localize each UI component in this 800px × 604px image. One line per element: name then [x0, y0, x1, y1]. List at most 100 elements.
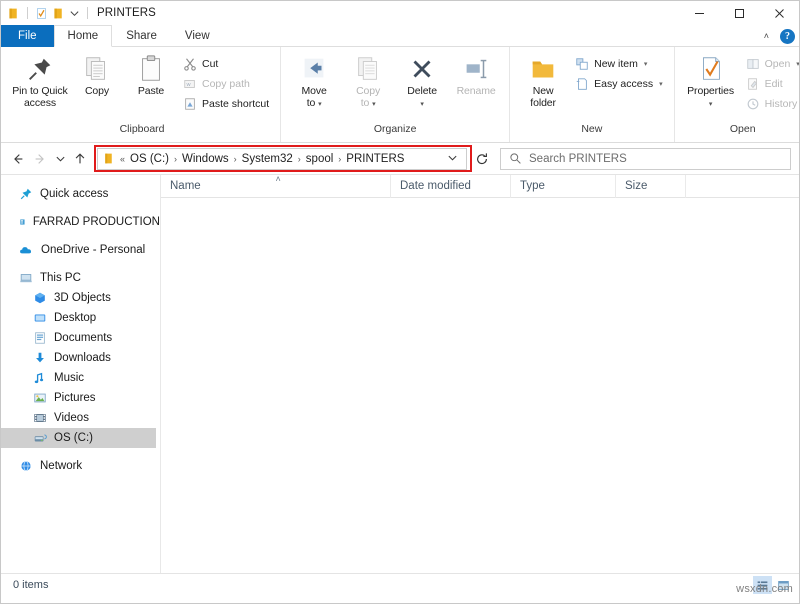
- folder-icon[interactable]: [7, 7, 20, 20]
- easy-access-caret-icon: ▾: [659, 80, 663, 88]
- sidebar-item-pictures[interactable]: Pictures: [1, 388, 160, 408]
- paste-shortcut-icon: [183, 97, 197, 111]
- sidebar-label-pictures: Pictures: [54, 392, 96, 404]
- sidebar-item-3d-objects[interactable]: 3D Objects: [1, 288, 160, 308]
- properties-icon[interactable]: [35, 7, 48, 20]
- help-icon[interactable]: ?: [780, 29, 795, 44]
- title-bar: PRINTERS: [1, 1, 799, 25]
- search-input[interactable]: Search PRINTERS: [529, 153, 627, 165]
- recent-locations-button[interactable]: [51, 147, 69, 171]
- cut-button[interactable]: Cut: [179, 54, 273, 73]
- column-header-date-modified[interactable]: Date modified: [391, 175, 511, 198]
- open-small-commands: Open ▾ Edit: [742, 51, 800, 113]
- address-bar[interactable]: « OS (C:) › Windows › System32 › spool ›…: [97, 148, 467, 170]
- sidebar-label-music: Music: [54, 372, 84, 384]
- history-label: History: [765, 98, 798, 110]
- history-icon: [746, 97, 760, 111]
- sidebar-item-videos[interactable]: Videos: [1, 408, 160, 428]
- minimize-button[interactable]: [679, 1, 719, 25]
- column-header-name-label: Name: [170, 180, 201, 192]
- close-button[interactable]: [759, 1, 799, 25]
- item-count-label: 0 items: [13, 579, 48, 591]
- breadcrumb-overflow-icon[interactable]: «: [119, 154, 126, 164]
- column-header-size-label: Size: [625, 180, 647, 192]
- sidebar-item-quick-access[interactable]: Quick access: [1, 184, 160, 204]
- new-folder-icon[interactable]: [52, 7, 65, 20]
- breadcrumb-item-printers[interactable]: PRINTERS: [342, 153, 408, 165]
- sidebar-item-documents[interactable]: Documents: [1, 328, 160, 348]
- 3d-objects-icon: [33, 291, 47, 305]
- easy-access-icon: [575, 77, 589, 91]
- column-header-name[interactable]: ˄ Name: [161, 175, 391, 198]
- drive-icon: [33, 431, 47, 445]
- qat-divider-1: [27, 7, 28, 19]
- sidebar-label-network: Network: [40, 460, 82, 472]
- forward-button[interactable]: [29, 147, 51, 171]
- sidebar-item-downloads[interactable]: Downloads: [1, 348, 160, 368]
- downloads-icon: [33, 351, 47, 365]
- column-header-size[interactable]: Size: [616, 175, 686, 198]
- collapse-ribbon-icon[interactable]: ˄: [761, 31, 772, 41]
- new-folder-button[interactable]: Newfolder: [517, 51, 569, 109]
- pictures-icon: [33, 391, 47, 405]
- breadcrumb-item-windows[interactable]: Windows: [178, 153, 233, 165]
- delete-icon: [407, 54, 437, 84]
- new-item-button[interactable]: New item ▾: [571, 54, 666, 73]
- tab-share[interactable]: Share: [112, 25, 171, 47]
- nav-gap-1: [1, 204, 160, 212]
- delete-button[interactable]: Delete▾: [396, 51, 448, 109]
- sidebar-item-farrad-production[interactable]: FARRAD PRODUCTION: [1, 212, 160, 232]
- breadcrumb-item-spool[interactable]: spool: [302, 153, 338, 165]
- customize-quick-access-caret-icon[interactable]: [69, 8, 80, 19]
- maximize-button[interactable]: [719, 1, 759, 25]
- file-explorer-window: PRINTERS File Home Share View ˄ ?: [0, 0, 800, 604]
- edit-button[interactable]: Edit: [742, 74, 800, 93]
- copy-path-button[interactable]: W Copy path: [179, 74, 273, 93]
- nav-gap-2: [1, 232, 160, 240]
- delete-label: Delete▾: [407, 86, 437, 109]
- file-list[interactable]: [161, 198, 799, 573]
- breadcrumb-item-system32[interactable]: System32: [238, 153, 297, 165]
- open-button[interactable]: Open ▾: [742, 54, 800, 73]
- easy-access-button[interactable]: Easy access ▾: [571, 74, 666, 93]
- rename-label: Rename: [457, 86, 496, 98]
- column-header-date-modified-label: Date modified: [400, 180, 471, 192]
- sidebar-item-os-c[interactable]: OS (C:): [1, 428, 156, 448]
- documents-icon: [33, 331, 47, 345]
- up-button[interactable]: [69, 147, 91, 171]
- sidebar-item-network[interactable]: Network: [1, 456, 160, 476]
- search-box[interactable]: Search PRINTERS: [500, 148, 791, 170]
- paste-icon: [136, 54, 166, 84]
- sidebar-item-this-pc[interactable]: This PC: [1, 268, 160, 288]
- copy-to-button[interactable]: Copyto ▾: [342, 51, 394, 109]
- breadcrumb-item-os-c[interactable]: OS (C:): [126, 153, 173, 165]
- sidebar-item-onedrive-personal[interactable]: OneDrive - Personal: [1, 240, 160, 260]
- back-button[interactable]: [7, 147, 29, 171]
- organization-icon: [19, 215, 26, 229]
- sidebar-label-videos: Videos: [54, 412, 89, 424]
- sidebar-item-music[interactable]: Music: [1, 368, 160, 388]
- refresh-button[interactable]: [470, 148, 494, 170]
- tab-file[interactable]: File: [1, 25, 54, 47]
- paste-shortcut-button[interactable]: Paste shortcut: [179, 94, 273, 113]
- paste-button[interactable]: Paste: [125, 51, 177, 98]
- pin-icon: [25, 54, 55, 84]
- move-to-button[interactable]: Moveto ▾: [288, 51, 340, 109]
- sidebar-item-desktop[interactable]: Desktop: [1, 308, 160, 328]
- navigation-pane: Quick access FARRAD PRODUCTION OneDrive …: [1, 175, 161, 573]
- history-button[interactable]: History: [742, 94, 800, 113]
- tab-home[interactable]: Home: [54, 25, 113, 47]
- pin-to-quick-access-button[interactable]: Pin to Quickaccess: [11, 51, 69, 109]
- column-header-type[interactable]: Type: [511, 175, 616, 198]
- properties-button[interactable]: Properties▾: [682, 51, 740, 109]
- tab-view[interactable]: View: [171, 25, 224, 47]
- new-item-label: New item: [594, 58, 638, 70]
- ribbon-group-label-clipboard: Clipboard: [6, 121, 278, 139]
- sidebar-label-desktop: Desktop: [54, 312, 96, 324]
- nav-gap-4: [1, 448, 160, 456]
- copy-button[interactable]: Copy: [71, 51, 123, 98]
- music-icon: [33, 371, 47, 385]
- move-to-icon: [299, 54, 329, 84]
- address-dropdown-icon[interactable]: [443, 152, 462, 165]
- rename-button[interactable]: Rename: [450, 51, 502, 98]
